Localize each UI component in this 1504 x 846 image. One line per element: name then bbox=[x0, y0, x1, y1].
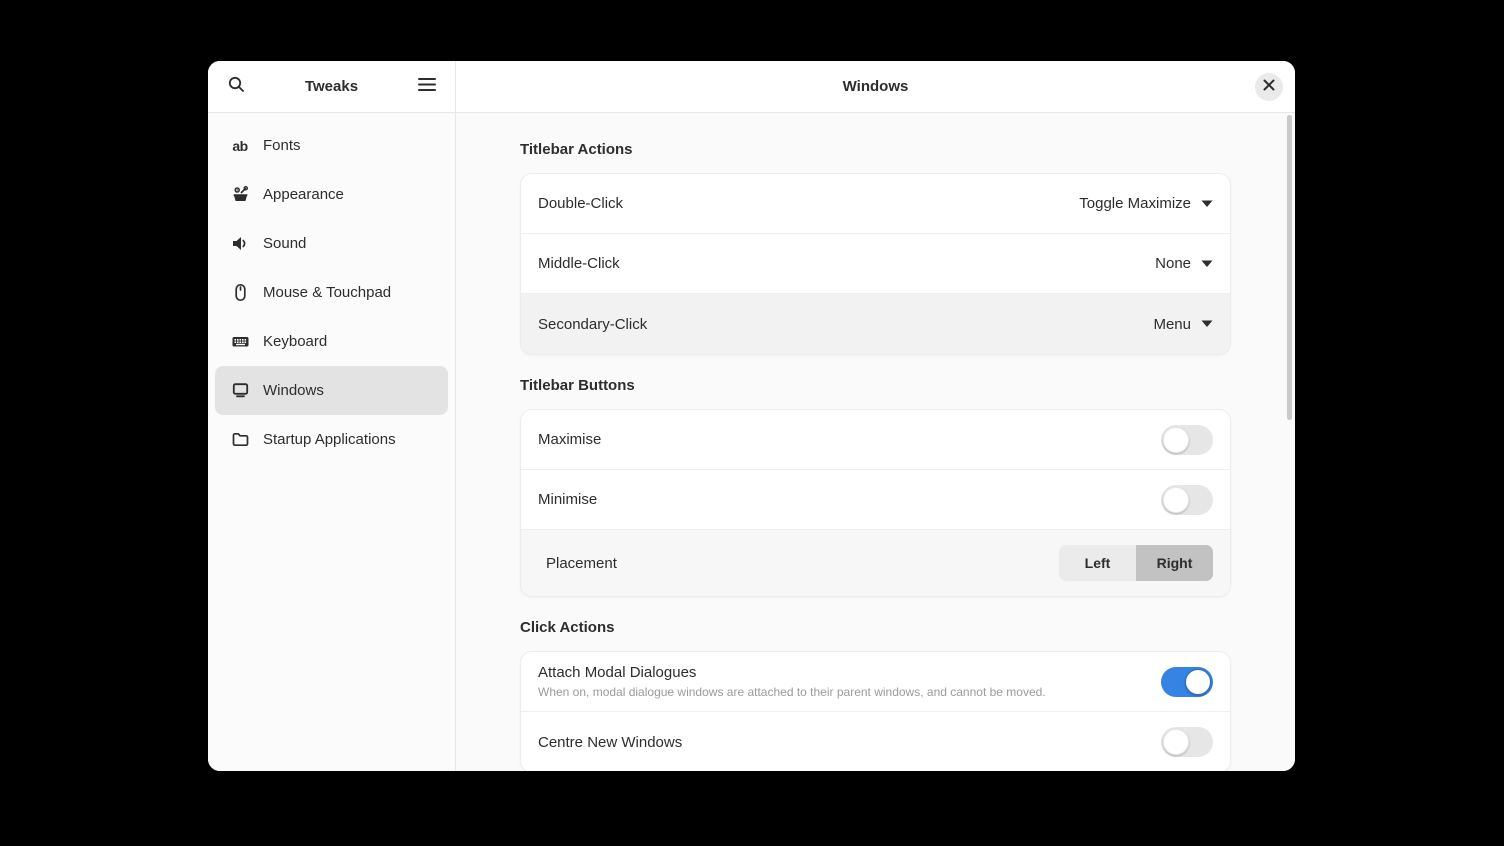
toggle-knob bbox=[1163, 729, 1189, 755]
sidebar-item-mouse-touchpad[interactable]: Mouse & Touchpad bbox=[215, 268, 448, 317]
row-label: Centre New Windows bbox=[538, 733, 683, 751]
section-title: Click Actions bbox=[520, 619, 615, 636]
sidebar-item-label: Mouse & Touchpad bbox=[263, 284, 392, 301]
middle-click-row[interactable]: Middle-Click None bbox=[521, 234, 1230, 294]
centre-new-windows-row: Centre New Windows bbox=[521, 712, 1230, 771]
row-label: Middle-Click bbox=[538, 255, 620, 272]
section-titlebar-actions: Titlebar Actions Double-Click Toggle Max… bbox=[520, 141, 1231, 355]
sidebar-item-keyboard[interactable]: Keyboard bbox=[215, 317, 448, 366]
placement-row: Placement Left Right bbox=[521, 530, 1230, 596]
sidebar-item-label: Sound bbox=[263, 235, 307, 252]
attach-modal-dialogues-toggle[interactable] bbox=[1161, 666, 1213, 697]
section-click-actions: Click Actions Attach Modal Dialogues Whe… bbox=[520, 619, 1231, 771]
row-label: Attach Modal Dialogues bbox=[538, 664, 697, 681]
minimise-row: Minimise bbox=[521, 470, 1230, 530]
double-click-row[interactable]: Double-Click Toggle Maximize bbox=[521, 174, 1230, 234]
sidebar-item-label: Keyboard bbox=[263, 333, 328, 350]
search-button[interactable] bbox=[220, 71, 252, 103]
header-bar: Windows bbox=[456, 61, 1295, 113]
page-title: Windows bbox=[842, 78, 909, 95]
sidebar-list: ab Fonts Appearance Sound Mouse & Touchp… bbox=[208, 113, 455, 472]
placement-left-button[interactable]: Left bbox=[1059, 545, 1136, 581]
toggle-knob bbox=[1185, 668, 1211, 695]
windows-icon bbox=[230, 381, 250, 401]
row-label: Maximise bbox=[538, 431, 602, 448]
tweaks-window: Tweaks ab Fonts Appearance Sound Mouse &… bbox=[208, 61, 1295, 771]
chevron-down-icon bbox=[1201, 260, 1213, 268]
row-label: Minimise bbox=[538, 491, 598, 508]
row-text: Attach Modal Dialogues When on, modal di… bbox=[538, 653, 1046, 710]
placement-segmented-control: Left Right bbox=[1059, 545, 1213, 581]
app-title: Tweaks bbox=[304, 78, 359, 95]
sidebar: Tweaks ab Fonts Appearance Sound Mouse &… bbox=[208, 61, 456, 771]
menu-button[interactable] bbox=[411, 71, 443, 103]
close-button[interactable] bbox=[1255, 73, 1283, 101]
titlebar-actions-card: Double-Click Toggle Maximize Middle-Clic… bbox=[520, 173, 1231, 355]
click-actions-card: Attach Modal Dialogues When on, modal di… bbox=[520, 651, 1231, 771]
secondary-click-row[interactable]: Secondary-Click Menu bbox=[521, 294, 1230, 354]
row-label: Secondary-Click bbox=[538, 315, 648, 333]
sidebar-item-windows[interactable]: Windows bbox=[215, 366, 448, 415]
sidebar-header: Tweaks bbox=[208, 61, 455, 113]
settings-content: Titlebar Actions Double-Click Toggle Max… bbox=[456, 113, 1295, 771]
row-label: Placement bbox=[546, 554, 617, 572]
maximise-toggle[interactable] bbox=[1161, 424, 1213, 455]
sidebar-item-startup-applications[interactable]: Startup Applications bbox=[215, 415, 448, 464]
sidebar-item-appearance[interactable]: Appearance bbox=[215, 170, 448, 219]
startup-folder-icon bbox=[230, 430, 250, 450]
titlebar-buttons-card: Maximise Minimise Placement Left Right bbox=[520, 409, 1231, 597]
section-titlebar-buttons: Titlebar Buttons Maximise Minimise Place… bbox=[520, 377, 1231, 597]
toggle-knob bbox=[1163, 486, 1189, 513]
dropdown-value: Toggle Maximize bbox=[1079, 195, 1191, 212]
hamburger-menu-icon bbox=[418, 77, 436, 97]
section-title: Titlebar Buttons bbox=[520, 377, 635, 394]
keyboard-icon bbox=[230, 332, 250, 352]
scrollbar-thumb[interactable] bbox=[1287, 115, 1292, 420]
dropdown-value: None bbox=[1155, 255, 1191, 272]
appearance-icon bbox=[230, 185, 250, 205]
sidebar-item-label: Appearance bbox=[263, 186, 344, 203]
sound-icon bbox=[230, 234, 250, 254]
attach-modal-dialogues-row: Attach Modal Dialogues When on, modal di… bbox=[521, 652, 1230, 712]
row-label: Double-Click bbox=[538, 195, 624, 212]
row-subtitle: When on, modal dialogue windows are atta… bbox=[538, 685, 1046, 699]
placement-right-button[interactable]: Right bbox=[1136, 545, 1213, 581]
sidebar-item-sound[interactable]: Sound bbox=[215, 219, 448, 268]
maximise-row: Maximise bbox=[521, 410, 1230, 470]
chevron-down-icon bbox=[1201, 320, 1213, 328]
centre-new-windows-toggle[interactable] bbox=[1161, 727, 1213, 757]
sidebar-item-label: Fonts bbox=[263, 137, 301, 154]
chevron-down-icon bbox=[1201, 200, 1213, 208]
section-title: Titlebar Actions bbox=[520, 141, 633, 158]
sidebar-item-label: Windows bbox=[263, 382, 324, 399]
sidebar-item-fonts[interactable]: ab Fonts bbox=[215, 121, 448, 170]
search-icon bbox=[227, 75, 246, 99]
dropdown-value: Menu bbox=[1153, 315, 1191, 333]
minimise-toggle[interactable] bbox=[1161, 484, 1213, 515]
fonts-icon: ab bbox=[232, 137, 248, 154]
sidebar-item-label: Startup Applications bbox=[263, 431, 396, 448]
mouse-icon bbox=[230, 283, 250, 303]
toggle-knob bbox=[1163, 426, 1189, 453]
close-icon bbox=[1263, 78, 1275, 96]
main-panel: Windows Titlebar Actions Double-Click To… bbox=[456, 61, 1295, 771]
